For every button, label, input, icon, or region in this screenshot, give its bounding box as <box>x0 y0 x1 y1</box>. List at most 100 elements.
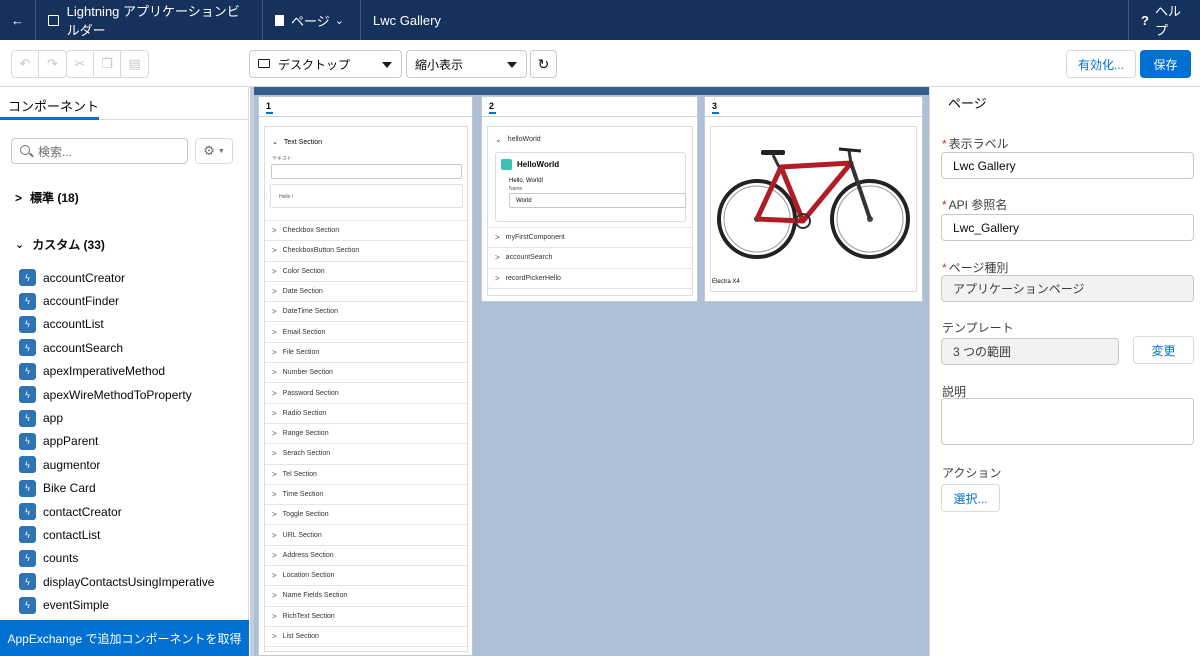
chevron-right-icon: > <box>272 408 277 418</box>
activate-button[interactable]: 有効化... <box>1066 50 1136 78</box>
section-item[interactable]: > recordPickerHello <box>488 269 692 289</box>
section-item[interactable]: > List Section <box>265 627 467 648</box>
name-input[interactable]: World <box>509 193 686 208</box>
section-item[interactable]: > Time Section <box>265 485 467 506</box>
section-label: myFirstComponent <box>505 234 565 242</box>
component-item[interactable]: ϟ accountSearch <box>19 336 214 359</box>
lightning-icon: ϟ <box>19 292 36 310</box>
component-item[interactable]: ϟ contactCreator <box>19 500 214 523</box>
component-item[interactable]: ϟ counts <box>19 547 214 570</box>
section-item[interactable]: > Location Section <box>265 566 467 587</box>
device-select[interactable]: デスクトップ <box>249 50 402 78</box>
caret-down-icon <box>507 62 517 68</box>
collapsed-sections: > Checkbox Section > CheckboxButton Section… <box>265 221 467 648</box>
text-section-expanded[interactable]: ⌄ Text Section テキスト Hello ! <box>265 127 467 221</box>
section-label: RichText Section <box>282 612 335 620</box>
section-item[interactable]: > Number Section <box>265 363 467 384</box>
component-item[interactable]: ϟ eventSimple <box>19 593 214 616</box>
lightning-icon: ϟ <box>19 339 36 357</box>
appexchange-link[interactable]: AppExchange で追加コンポーネントを取得 <box>0 620 249 656</box>
description-textarea[interactable] <box>941 398 1194 445</box>
api-name-field[interactable]: Lwc_Gallery <box>941 214 1194 241</box>
component-search-input[interactable]: 検索... <box>11 138 188 164</box>
section-item[interactable]: > Address Section <box>265 546 467 567</box>
section-label: Serach Section <box>282 450 331 458</box>
component-item[interactable]: ϟ displayContactsUsingImperative <box>19 570 214 593</box>
section-label: Text Section <box>283 139 323 146</box>
chevron-right-icon: > <box>495 273 500 283</box>
copy-icon[interactable]: ❐ <box>94 51 121 77</box>
label-text: API 参照名 <box>948 198 1008 212</box>
select-action-button[interactable]: 選択... <box>941 484 1000 512</box>
canvas-header-strip <box>254 87 929 95</box>
section-item[interactable]: > Serach Section <box>265 444 467 465</box>
section-item[interactable]: > myFirstComponent <box>488 228 692 249</box>
page-menu[interactable]: ページ ⌄ <box>263 0 361 40</box>
chevron-right-icon: > <box>272 469 277 479</box>
region-1[interactable]: 1 ⌄ Text Section テキスト Hello ! > Checkbox S… <box>258 96 473 656</box>
section-item[interactable]: > Tel Section <box>265 465 467 485</box>
refresh-button[interactable]: ↻ <box>530 50 557 78</box>
section-label: Tel Section <box>282 470 317 478</box>
chevron-right-icon: > <box>272 611 277 621</box>
section-item[interactable]: > RichText Section <box>265 607 467 627</box>
section-item[interactable]: > Checkbox Section <box>265 221 467 242</box>
region-3[interactable]: 3 Electra X4 <box>704 96 923 302</box>
section-item[interactable]: > File Section <box>265 343 467 364</box>
chevron-right-icon: > <box>495 253 500 263</box>
zoom-select[interactable]: 縮小表示 <box>406 50 527 78</box>
back-arrow-icon[interactable]: ← <box>0 0 36 40</box>
section-item[interactable]: > accountSearch <box>488 248 692 269</box>
label-field-label: * 表示ラベル <box>942 137 1009 151</box>
text-input[interactable] <box>271 164 462 179</box>
text-section-header: ⌄ Text Section <box>272 138 322 146</box>
cut-icon[interactable]: ✂ <box>67 51 94 77</box>
component-item[interactable]: ϟ apexImperativeMethod <box>19 360 214 383</box>
component-label: Bike Card <box>43 481 96 496</box>
section-item[interactable]: > CheckboxButton Section <box>265 241 467 262</box>
section-item[interactable]: > Email Section <box>265 322 467 343</box>
component-item[interactable]: ϟ augmentor <box>19 453 214 476</box>
chevron-right-icon: > <box>272 368 277 378</box>
section-item[interactable]: > Date Section <box>265 282 467 303</box>
page-name: Lwc Gallery <box>373 12 441 28</box>
tab-components[interactable]: コンポーネント <box>0 87 99 120</box>
section-label: Range Section <box>282 430 329 438</box>
save-button[interactable]: 保存 <box>1140 50 1191 78</box>
chevron-right-icon: > <box>272 490 277 499</box>
label-text: ページ種別 <box>948 261 1009 275</box>
component-item[interactable]: ϟ appParent <box>19 430 214 453</box>
section-item[interactable]: > DateTime Section <box>265 302 467 323</box>
section-item[interactable]: > Range Section <box>265 424 467 445</box>
caret-down-icon: ▼ <box>217 147 225 155</box>
region-2[interactable]: 2 ⌄ helloWorld HelloWorld Hello, World! N… <box>481 96 698 302</box>
component-item[interactable]: ϟ apexWireMethodToProperty <box>19 383 214 406</box>
help-button[interactable]: ? ヘルプ <box>1128 0 1200 40</box>
component-item[interactable]: ϟ accountList <box>19 313 214 336</box>
lightning-icon: ϟ <box>19 503 36 521</box>
component-item[interactable]: ϟ accountFinder <box>19 289 214 312</box>
category-standard[interactable]: > 標準 (18) <box>15 189 79 206</box>
section-item[interactable]: > Color Section <box>265 262 467 282</box>
section-item[interactable]: > Name Fields Section <box>265 586 467 607</box>
helloworld-header[interactable]: ⌄ helloWorld <box>488 127 692 151</box>
settings-menu-button[interactable]: ⚙ ▼ <box>195 138 233 164</box>
undo-icon[interactable]: ↶ <box>12 51 39 77</box>
desktop-icon <box>258 59 270 68</box>
refresh-icon: ↻ <box>537 55 550 72</box>
section-item[interactable]: > URL Section <box>265 525 467 546</box>
category-custom[interactable]: ⌄ カスタム (33) <box>15 236 105 253</box>
component-item[interactable]: ϟ contactList <box>19 523 214 546</box>
component-label: displayContactsUsingImperative <box>43 574 215 589</box>
change-template-button[interactable]: 変更 <box>1133 336 1194 364</box>
component-item[interactable]: ϟ Bike Card <box>19 477 214 500</box>
section-item[interactable]: > Radio Section <box>265 404 467 424</box>
redo-icon[interactable]: ↷ <box>39 51 66 77</box>
component-item[interactable]: ϟ accountCreator <box>19 266 214 289</box>
section-item[interactable]: > Toggle Section <box>265 505 467 526</box>
clipboard-group: ✂ ❐ ▤ <box>66 50 149 78</box>
paste-icon[interactable]: ▤ <box>121 51 148 77</box>
label-field[interactable]: Lwc Gallery <box>941 152 1194 179</box>
section-item[interactable]: > Password Section <box>265 383 467 404</box>
component-item[interactable]: ϟ app <box>19 406 214 429</box>
